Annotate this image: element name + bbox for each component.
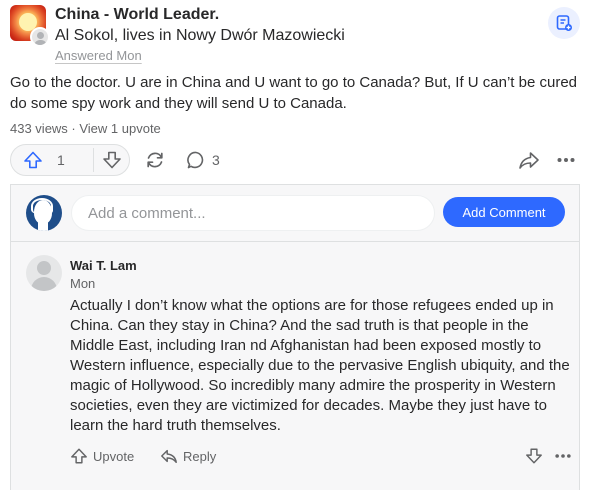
more-options-button[interactable] [556,146,576,174]
add-comment-button[interactable]: Add Comment [443,197,565,227]
share-arrow-icon [519,152,539,169]
answer-text: Go to the doctor. U are in China and U w… [10,74,578,112]
answer-stats[interactable]: 433 views · View 1 upvote [10,121,161,136]
vote-divider [93,148,94,172]
author-credential[interactable]: Al Sokol, lives in Nowy Dwór Mazowiecki [55,27,345,45]
comment-input[interactable]: Add a comment... [71,195,435,231]
comment-input-placeholder: Add a comment... [88,204,206,222]
comment-reply-label: Reply [183,448,217,464]
follow-space-button[interactable] [548,7,580,39]
comments-section: Add a comment... Add Comment Wai T. Lam … [10,184,580,490]
comment-upvote-button[interactable]: Upvote [70,443,134,469]
answered-date[interactable]: Answered Mon [55,48,142,63]
downvote-arrow-icon [526,448,542,464]
comment-actions: Upvote Reply [70,443,572,469]
downvote-button[interactable] [95,145,129,175]
comment-text: Actually I don’t know what the options a… [70,297,570,434]
upvote-count: 1 [57,152,65,168]
comment-reply-button[interactable]: Reply [160,443,216,469]
commenter-name[interactable]: Wai T. Lam [70,258,137,273]
more-dots-icon [555,454,571,458]
comment-upvote-label: Upvote [93,448,135,464]
upvote-button[interactable]: 1 [11,145,93,175]
reshare-button[interactable] [144,146,166,174]
share-button[interactable] [518,146,540,174]
reply-arrow-icon [161,449,177,464]
user-avatar[interactable] [30,27,50,47]
more-dots-icon [557,158,575,162]
comment-count: 3 [212,152,220,168]
upvote-arrow-icon [71,448,87,464]
comments-divider [11,241,579,242]
reshare-icon [147,152,163,168]
upvote-arrow-icon [24,151,42,169]
space-name[interactable]: China - World Leader. [55,6,219,24]
answer-header: China - World Leader. Al Sokol, lives in… [10,5,580,65]
comment-more-button[interactable] [554,443,572,469]
vote-pill: 1 [10,144,130,176]
commenter-avatar[interactable] [26,255,62,291]
comments-button[interactable]: 3 [186,146,220,174]
answer-action-bar: 1 3 [10,142,580,178]
current-user-avatar [26,195,62,231]
comment-bubble-icon [187,151,204,169]
comment-downvote-button[interactable] [525,443,543,469]
downvote-arrow-icon [103,151,121,169]
comment-date[interactable]: Mon [70,276,95,291]
follow-space-icon [556,15,572,31]
